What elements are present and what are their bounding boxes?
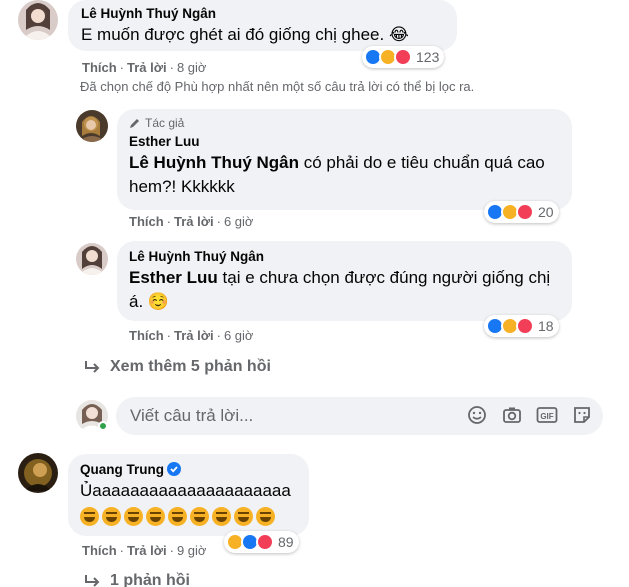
avatar[interactable] (76, 110, 108, 142)
view-more-label: Xem thêm 5 phản hồi (110, 358, 271, 375)
filter-notice: Đã chọn chế độ Phù hợp nhất nên một số c… (80, 79, 475, 94)
pen-icon (130, 119, 139, 128)
camera-icon[interactable] (501, 404, 523, 426)
love-reaction-icon (394, 48, 412, 66)
avatar[interactable] (76, 243, 108, 275)
verified-badge-icon (167, 462, 181, 476)
reply-arrow-icon (85, 575, 100, 587)
like-button[interactable]: Thích (129, 328, 164, 343)
love-reaction-icon (516, 317, 534, 335)
mention-link[interactable]: Esther Luu (129, 268, 218, 287)
comment-bubble: Quang Trung Ủaaaaaaaaaaaaaaaaaaaaa (68, 454, 309, 536)
reply-button[interactable]: Trả lời (174, 214, 214, 229)
comment-bubble: Lê Huỳnh Thuý Ngân E muốn được ghét ai đ… (68, 0, 457, 51)
reactions-summary[interactable]: 89 (224, 531, 299, 553)
timestamp[interactable]: 6 giờ (224, 328, 254, 343)
laughing-emoji-icon (256, 507, 275, 526)
reply-button[interactable]: Trả lời (127, 60, 167, 75)
replies-count-label: 1 phản hồi (110, 572, 190, 587)
reply-button[interactable]: Trả lời (127, 543, 167, 558)
emoji-row (80, 507, 297, 526)
laughing-emoji-icon (80, 507, 99, 526)
mention-link[interactable]: Lê Huỳnh Thuý Ngân (129, 153, 299, 172)
like-button[interactable]: Thích (129, 214, 164, 229)
reply-bubble: Tác giả Esther Luu Lê Huỳnh Thuý Ngân có… (117, 109, 572, 210)
comment-author[interactable]: Lê Huỳnh Thuý Ngân (81, 5, 445, 23)
reaction-count: 20 (538, 204, 554, 220)
svg-text:GIF: GIF (540, 412, 553, 421)
comment-author[interactable]: Quang Trung (80, 461, 297, 479)
laughing-emoji-icon (168, 507, 187, 526)
laughing-emoji-icon (124, 507, 143, 526)
reaction-count: 89 (278, 534, 294, 550)
comment-author[interactable]: Esther Luu (129, 133, 560, 151)
author-badge: Tác giả (129, 115, 560, 131)
gif-icon[interactable]: GIF (536, 404, 558, 426)
comment-actions: Thích · Trả lời · 8 giờ (82, 60, 207, 75)
timestamp[interactable]: 8 giờ (177, 60, 207, 75)
reply-arrow-icon (85, 361, 100, 373)
comment-author[interactable]: Lê Huỳnh Thuý Ngân (129, 248, 560, 266)
comment-text: Esther Luu tại e chưa chọn được đúng ngư… (129, 268, 551, 311)
author-badge-label: Tác giả (145, 116, 185, 130)
reply-input[interactable] (130, 404, 460, 428)
reaction-count: 123 (416, 49, 440, 65)
emoji-icon[interactable] (466, 404, 488, 426)
laughing-emoji-icon (212, 507, 231, 526)
like-button[interactable]: Thích (82, 60, 117, 75)
laughing-emoji-icon (234, 507, 253, 526)
reply-button[interactable]: Trả lời (174, 328, 214, 343)
view-replies[interactable]: 1 phản hồi (84, 572, 190, 587)
comment-text: Ủaaaaaaaaaaaaaaaaaaaaa (80, 481, 291, 500)
reply-box: GIF (116, 397, 603, 435)
reply-bubble: Lê Huỳnh Thuý Ngân Esther Luu tại e chưa… (117, 241, 572, 321)
reactions-summary[interactable]: 18 (484, 315, 559, 337)
laughing-emoji-icon (190, 507, 209, 526)
online-status-indicator (98, 421, 108, 431)
like-button[interactable]: Thích (82, 543, 117, 558)
comment-text: Lê Huỳnh Thuý Ngân có phải do e tiêu chu… (129, 153, 545, 196)
reactions-summary[interactable]: 123 (362, 46, 445, 68)
reactions-summary[interactable]: 20 (484, 201, 559, 223)
love-reaction-icon (516, 203, 534, 221)
avatar[interactable] (18, 453, 58, 493)
laughing-emoji-icon (102, 507, 121, 526)
view-more-replies[interactable]: Xem thêm 5 phản hồi (84, 358, 271, 376)
timestamp[interactable]: 9 giờ (177, 543, 207, 558)
comment-actions: Thích · Trả lời · 6 giờ (129, 328, 254, 343)
comment-actions: Thích · Trả lời · 6 giờ (129, 214, 254, 229)
avatar[interactable] (18, 0, 58, 40)
timestamp[interactable]: 6 giờ (224, 214, 254, 229)
comment-text: E muốn được ghét ai đó giống chị ghee. 😂 (81, 25, 409, 44)
reaction-count: 18 (538, 318, 554, 334)
sticker-icon[interactable] (571, 404, 593, 426)
love-reaction-icon (256, 533, 274, 551)
comment-actions: Thích · Trả lời · 9 giờ (82, 543, 207, 558)
laughing-emoji-icon (146, 507, 165, 526)
